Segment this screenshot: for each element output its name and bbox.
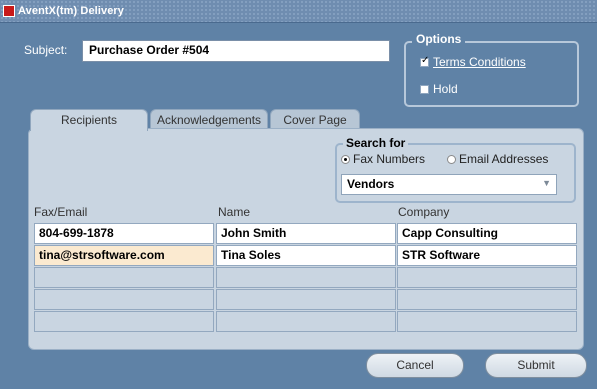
- cell-name[interactable]: [216, 289, 396, 310]
- cell-name[interactable]: Tina Soles: [216, 245, 396, 266]
- tab-recipients[interactable]: Recipients: [30, 109, 148, 131]
- fax-numbers-radio[interactable]: [341, 154, 350, 164]
- col-header-company: Company: [398, 205, 450, 219]
- cell-name[interactable]: [216, 267, 396, 288]
- cell-fax-email[interactable]: tina@strsoftware.com: [34, 245, 214, 266]
- options-title: Options: [412, 32, 466, 46]
- hold-checkbox[interactable]: [420, 84, 429, 94]
- terms-conditions-label: Terms Conditions: [433, 55, 526, 69]
- col-header-fax-email: Fax/Email: [34, 205, 88, 219]
- cell-company[interactable]: STR Software: [397, 245, 577, 266]
- title-bar: AventX(tm) Delivery: [0, 0, 597, 23]
- cell-company[interactable]: [397, 311, 577, 332]
- cell-fax-email[interactable]: [34, 311, 214, 332]
- cancel-button[interactable]: Cancel: [366, 353, 464, 378]
- aventx-delivery-window: AventX(tm) Delivery Subject: Purchase Or…: [0, 0, 597, 389]
- subject-label: Subject:: [24, 43, 68, 57]
- app-icon: [3, 5, 15, 17]
- hold-label: Hold: [433, 82, 458, 96]
- cell-name[interactable]: [216, 311, 396, 332]
- email-addresses-label: Email Addresses: [459, 152, 549, 166]
- vendor-dropdown[interactable]: Vendors ▼: [341, 174, 557, 195]
- cell-company[interactable]: Capp Consulting: [397, 223, 577, 244]
- email-addresses-radio[interactable]: [447, 154, 456, 164]
- vendor-dropdown-value: Vendors: [347, 177, 395, 191]
- tab-acknowledgements[interactable]: Acknowledgements: [150, 109, 268, 130]
- submit-button[interactable]: Submit: [485, 353, 587, 378]
- chevron-down-icon[interactable]: ▼: [542, 178, 551, 188]
- tab-cover-page[interactable]: Cover Page: [270, 109, 360, 130]
- cell-company[interactable]: [397, 267, 577, 288]
- window-title: AventX(tm) Delivery: [18, 5, 125, 17]
- fax-numbers-label: Fax Numbers: [353, 152, 426, 166]
- cell-fax-email[interactable]: [34, 289, 214, 310]
- email-addresses-option[interactable]: Email Addresses: [447, 152, 548, 166]
- cell-company[interactable]: [397, 289, 577, 310]
- subject-input[interactable]: Purchase Order #504: [82, 40, 390, 62]
- cell-fax-email[interactable]: 804-699-1878: [34, 223, 214, 244]
- col-header-name: Name: [218, 205, 251, 219]
- hold-option[interactable]: Hold: [420, 82, 458, 96]
- cell-fax-email[interactable]: [34, 267, 214, 288]
- terms-conditions-option[interactable]: Terms Conditions: [420, 55, 526, 69]
- cell-name[interactable]: John Smith: [216, 223, 396, 244]
- search-for-title: Search for: [343, 136, 409, 150]
- terms-conditions-checkbox[interactable]: [420, 55, 429, 67]
- fax-numbers-option[interactable]: Fax Numbers: [341, 152, 425, 166]
- options-group: [404, 41, 579, 107]
